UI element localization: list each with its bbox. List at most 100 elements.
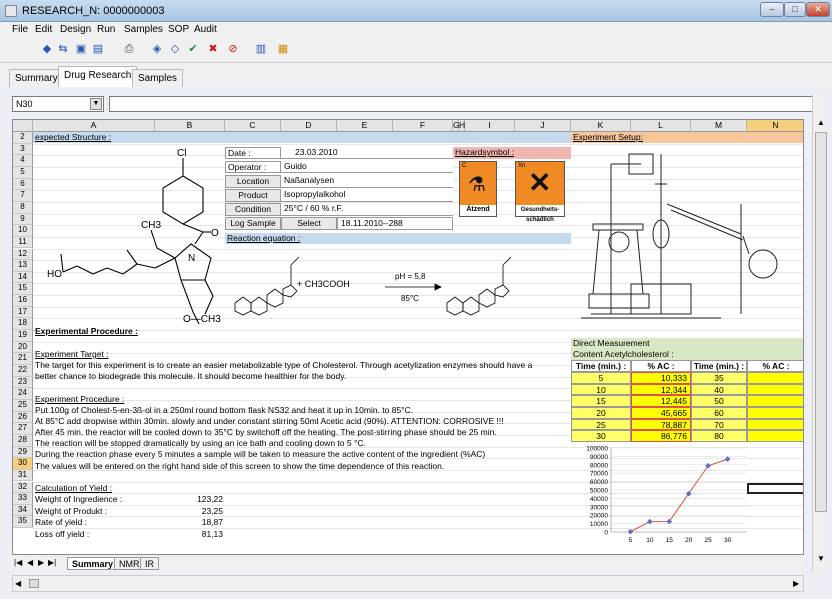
row-header[interactable]: 33 <box>13 493 33 505</box>
time-cell[interactable]: 60 <box>691 406 747 419</box>
print-icon[interactable]: ⎙ <box>122 42 136 56</box>
operator-value[interactable]: Guido <box>281 161 453 173</box>
vertical-scrollbar[interactable]: ▲ ▼ <box>812 94 829 572</box>
row-header[interactable]: 15 <box>13 283 33 296</box>
reject-icon[interactable]: ✖ <box>206 42 220 56</box>
ac-cell[interactable] <box>747 430 803 442</box>
tab-samples[interactable]: Samples <box>132 69 183 87</box>
col-header-e[interactable]: E <box>337 120 393 132</box>
row-header[interactable]: 35 <box>13 516 33 529</box>
ac-cell[interactable]: 12,445 <box>631 395 691 407</box>
last-sheet-icon[interactable]: ▶| <box>48 558 56 567</box>
row-header[interactable]: 3 <box>13 143 33 156</box>
product-value[interactable]: Isopropylalkohol <box>281 189 453 202</box>
col-header-k[interactable]: K <box>571 120 631 132</box>
time-cell[interactable]: 40 <box>691 383 747 396</box>
ac-cell[interactable]: 78,887 <box>631 418 691 431</box>
location-value[interactable]: Naßanalysen <box>281 175 453 188</box>
row-header[interactable]: 13 <box>13 260 33 272</box>
yield-value[interactable]: 81,13 <box>155 529 225 540</box>
col-header-d[interactable]: D <box>281 120 337 132</box>
ac-cell[interactable] <box>747 383 803 396</box>
col-header-l[interactable]: L <box>631 120 691 132</box>
ac-cell[interactable] <box>747 372 803 384</box>
ac-cell[interactable]: 45,665 <box>631 406 691 419</box>
condition-value[interactable]: 25°C / 60 % r.F. <box>281 203 453 216</box>
menu-samples[interactable]: Samples <box>124 24 163 35</box>
save-icon[interactable]: ▣ <box>74 42 88 56</box>
next-sheet-icon[interactable]: ▶ <box>38 558 44 567</box>
row-header[interactable]: 2 <box>13 132 33 144</box>
row-header[interactable]: 25 <box>13 399 33 412</box>
yield-value[interactable]: 23,25 <box>155 506 225 517</box>
col-header-i[interactable]: I <box>465 120 515 132</box>
ac-cell[interactable]: 12,344 <box>631 383 691 396</box>
sheet-tab-summary[interactable]: Summary <box>67 557 119 570</box>
run-icon[interactable]: ◈ <box>150 42 164 56</box>
row-header[interactable]: 32 <box>13 481 33 494</box>
maximize-button[interactable]: □ <box>784 2 806 17</box>
row-header[interactable]: 20 <box>13 341 33 354</box>
menu-sop[interactable]: SOP <box>168 24 189 35</box>
chart-icon[interactable]: ▦ <box>276 42 290 56</box>
tab-drug-research[interactable]: Drug Research <box>58 66 138 87</box>
corner-cell[interactable] <box>13 120 33 132</box>
save-as-icon[interactable]: ▤ <box>91 42 105 56</box>
row-header[interactable]: 19 <box>13 330 33 342</box>
col-header-b[interactable]: B <box>155 120 225 132</box>
scroll-down-icon[interactable]: ▼ <box>817 554 825 563</box>
row-header[interactable]: 4 <box>13 155 33 167</box>
scroll-thumb[interactable] <box>29 579 39 588</box>
row-header[interactable]: 7 <box>13 190 33 202</box>
horizontal-scrollbar[interactable]: ◀ ▶ <box>12 575 804 592</box>
close-button[interactable]: ✕ <box>806 2 830 17</box>
yield-value[interactable]: 123,22 <box>155 494 225 505</box>
row-header[interactable]: 30 <box>13 458 33 470</box>
name-box[interactable]: N30 ▼ <box>12 96 104 112</box>
tab-summary[interactable]: Summary <box>9 69 64 87</box>
row-header[interactable]: 8 <box>13 201 33 214</box>
menu-run[interactable]: Run <box>97 24 115 35</box>
time-cell[interactable]: 20 <box>571 406 631 419</box>
col-header-f[interactable]: F <box>393 120 453 132</box>
time-cell[interactable]: 50 <box>691 395 747 407</box>
time-cell[interactable]: 70 <box>691 418 747 431</box>
log-sample-value[interactable]: 18.11.2010--288 <box>337 217 453 230</box>
row-header[interactable]: 23 <box>13 376 33 389</box>
scroll-up-icon[interactable]: ▲ <box>817 118 825 127</box>
delete-icon[interactable]: ⊘ <box>226 42 240 56</box>
ac-cell[interactable]: 10,333 <box>631 372 691 384</box>
first-sheet-icon[interactable]: |◀ <box>14 558 22 567</box>
row-header[interactable]: 28 <box>13 434 33 447</box>
col-header-c[interactable]: C <box>225 120 281 132</box>
row-header[interactable]: 5 <box>13 166 33 179</box>
time-cell[interactable]: 30 <box>571 430 631 442</box>
sheet-tab-ir[interactable]: IR <box>140 557 159 570</box>
sql-icon[interactable]: ▥ <box>254 42 268 56</box>
sample-icon[interactable]: ◇ <box>168 42 182 56</box>
row-header[interactable]: 26 <box>13 411 33 424</box>
time-cell[interactable]: 10 <box>571 383 631 396</box>
ac-cell[interactable]: 86,776 <box>631 430 691 442</box>
row-header[interactable]: 21 <box>13 353 33 365</box>
menu-design[interactable]: Design <box>60 24 91 35</box>
row-header[interactable]: 22 <box>13 365 33 377</box>
approve-icon[interactable]: ✔ <box>186 42 200 56</box>
ac-cell[interactable] <box>747 418 803 431</box>
col-header-a[interactable]: A <box>33 120 155 132</box>
row-header[interactable]: 14 <box>13 271 33 284</box>
scroll-right-icon[interactable]: ▶ <box>793 579 799 588</box>
prev-sheet-icon[interactable]: ◀ <box>27 558 33 567</box>
yield-value[interactable]: 18,87 <box>155 517 225 528</box>
row-header[interactable]: 16 <box>13 295 33 307</box>
scroll-left-icon[interactable]: ◀ <box>15 579 21 588</box>
time-cell[interactable]: 35 <box>691 372 747 384</box>
open-icon[interactable]: ⇆ <box>56 42 70 56</box>
formula-input[interactable] <box>109 96 824 112</box>
time-cell[interactable]: 80 <box>691 430 747 442</box>
ac-cell[interactable] <box>747 395 803 407</box>
row-header[interactable]: 34 <box>13 504 33 517</box>
row-header[interactable]: 29 <box>13 446 33 459</box>
navigate-icon[interactable]: ◆ <box>40 42 54 56</box>
menu-file[interactable]: File <box>12 24 28 35</box>
